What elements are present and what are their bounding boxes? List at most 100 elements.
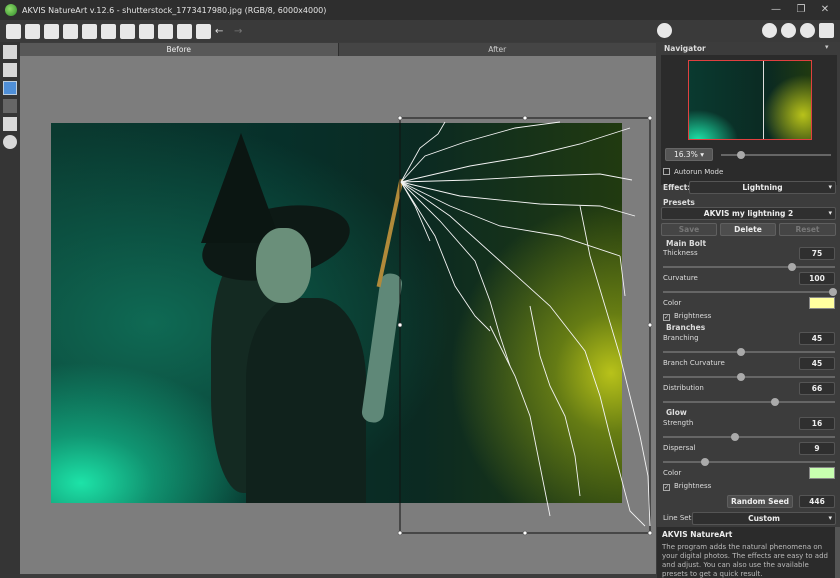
effect-label: Effect: bbox=[663, 183, 691, 192]
batch-icon[interactable] bbox=[101, 23, 116, 39]
share-icon[interactable] bbox=[120, 23, 135, 39]
thickness-slider[interactable] bbox=[663, 263, 835, 271]
glow-color-label: Color bbox=[663, 469, 682, 477]
strength-slider[interactable] bbox=[663, 433, 835, 441]
main-color-swatch[interactable] bbox=[809, 297, 835, 309]
help-scrollbar[interactable] bbox=[835, 527, 840, 578]
save-preset-button[interactable]: Save bbox=[661, 223, 717, 236]
window-title: AKVIS NatureArt v.12.6 - shutterstock_17… bbox=[22, 5, 327, 15]
history-brush-icon[interactable] bbox=[3, 99, 17, 113]
branch-curvature-slider-knob[interactable] bbox=[737, 373, 745, 381]
curvature-label: Curvature bbox=[663, 274, 698, 282]
presets-icon[interactable] bbox=[196, 23, 211, 39]
glow-color-swatch[interactable] bbox=[809, 467, 835, 479]
tab-after[interactable]: After bbox=[338, 43, 656, 56]
main-brightness-row[interactable]: ✓ Brightness bbox=[663, 312, 711, 321]
settings-gear-icon[interactable] bbox=[800, 23, 815, 38]
redo-icon[interactable]: → bbox=[234, 24, 249, 39]
glow-heading: Glow bbox=[666, 408, 687, 417]
distribution-value[interactable]: 66 bbox=[799, 382, 835, 395]
undo-icon[interactable]: ← bbox=[215, 24, 230, 39]
transform-frame[interactable] bbox=[399, 117, 651, 534]
help-panel: AKVIS NatureArt The program adds the nat… bbox=[657, 527, 837, 578]
settings-panel: Navigator ▾ 16.3% ▾ Autorun Mode Effect:… bbox=[657, 42, 840, 578]
info-icon[interactable] bbox=[762, 23, 777, 38]
navigator-preview[interactable]: 16.3% ▾ bbox=[661, 55, 837, 185]
notifications-icon[interactable] bbox=[819, 23, 834, 38]
distribution-slider-knob[interactable] bbox=[771, 398, 779, 406]
dispersal-slider-knob[interactable] bbox=[701, 458, 709, 466]
line-set-label: Line Set bbox=[663, 514, 692, 522]
hand-icon[interactable] bbox=[3, 117, 17, 131]
branching-label: Branching bbox=[663, 334, 699, 342]
main-color-label: Color bbox=[663, 299, 682, 307]
effect-select[interactable]: Lightning ▾ bbox=[689, 181, 836, 194]
distribution-slider[interactable] bbox=[663, 398, 835, 406]
help-icon[interactable] bbox=[781, 23, 796, 38]
strength-label: Strength bbox=[663, 419, 694, 427]
presets-label: Presets bbox=[663, 198, 695, 207]
open-file-icon[interactable] bbox=[25, 23, 40, 39]
close-button[interactable]: ✕ bbox=[819, 4, 831, 16]
transform-handles[interactable] bbox=[397, 115, 653, 536]
branch-curvature-value[interactable]: 45 bbox=[799, 357, 835, 370]
navigator-thumbnail[interactable] bbox=[688, 60, 812, 140]
view-tabs: Before After bbox=[20, 43, 656, 56]
distribution-label: Distribution bbox=[663, 384, 704, 392]
glow-brightness-row[interactable]: ✓ Brightness bbox=[663, 482, 711, 491]
thickness-value[interactable]: 75 bbox=[799, 247, 835, 260]
curvature-slider[interactable] bbox=[663, 288, 837, 296]
branching-value[interactable]: 45 bbox=[799, 332, 835, 345]
thickness-label: Thickness bbox=[663, 249, 698, 257]
autorun-checkbox[interactable] bbox=[663, 168, 670, 175]
line-set-select[interactable]: Custom ▾ bbox=[692, 512, 836, 525]
delete-preset-button[interactable]: Delete bbox=[720, 223, 776, 236]
help-text: The program adds the natural phenomena o… bbox=[662, 543, 828, 578]
dispersal-value[interactable]: 9 bbox=[799, 442, 835, 455]
branching-slider-knob[interactable] bbox=[737, 348, 745, 356]
save-icon[interactable] bbox=[63, 23, 78, 39]
transform-icon[interactable] bbox=[3, 81, 17, 95]
home-icon[interactable] bbox=[6, 23, 21, 39]
autorun-row[interactable]: Autorun Mode bbox=[663, 168, 723, 176]
branching-slider[interactable] bbox=[663, 348, 835, 356]
reset-preset-button[interactable]: Reset bbox=[779, 223, 836, 236]
app-logo-icon bbox=[5, 4, 17, 16]
zoom-icon[interactable] bbox=[3, 135, 17, 149]
main-bolt-heading: Main Bolt bbox=[666, 239, 707, 248]
dispersal-slider[interactable] bbox=[663, 458, 835, 466]
image-canvas[interactable] bbox=[20, 56, 656, 574]
edit-icon[interactable] bbox=[177, 23, 192, 39]
minimize-button[interactable]: — bbox=[770, 4, 782, 16]
tab-before[interactable]: Before bbox=[20, 43, 339, 56]
zoom-slider[interactable] bbox=[721, 151, 831, 159]
run-icon[interactable] bbox=[657, 23, 672, 38]
plugin-icon[interactable] bbox=[139, 23, 154, 39]
presets-select[interactable]: AKVIS my lightning 2 ▾ bbox=[661, 207, 836, 220]
zoom-select[interactable]: 16.3% ▾ bbox=[665, 148, 713, 161]
strength-slider-knob[interactable] bbox=[731, 433, 739, 441]
maximize-button[interactable]: ❐ bbox=[795, 4, 807, 16]
lightning-paths bbox=[400, 121, 651, 527]
branches-heading: Branches bbox=[666, 323, 706, 332]
strength-value[interactable]: 16 bbox=[799, 417, 835, 430]
random-seed-value[interactable]: 446 bbox=[799, 495, 835, 508]
eraser-icon[interactable] bbox=[3, 63, 17, 77]
main-brightness-checkbox[interactable]: ✓ bbox=[663, 314, 670, 321]
navigator-collapse-icon[interactable]: ▾ bbox=[825, 43, 829, 51]
title-bar: AKVIS NatureArt v.12.6 - shutterstock_17… bbox=[0, 0, 840, 20]
print-icon[interactable] bbox=[82, 23, 97, 39]
zoom-slider-knob[interactable] bbox=[737, 151, 745, 159]
navigator-view-frame[interactable] bbox=[688, 60, 812, 140]
branch-curvature-slider[interactable] bbox=[663, 373, 835, 381]
branch-curvature-label: Branch Curvature bbox=[663, 359, 725, 367]
curvature-slider-knob[interactable] bbox=[829, 288, 837, 296]
brush-settings-icon[interactable] bbox=[158, 23, 173, 39]
glow-brightness-checkbox[interactable]: ✓ bbox=[663, 484, 670, 491]
random-seed-button[interactable]: Random Seed bbox=[727, 495, 793, 508]
lightning-guides[interactable] bbox=[20, 56, 656, 574]
thickness-slider-knob[interactable] bbox=[788, 263, 796, 271]
guide-brush-icon[interactable] bbox=[3, 45, 17, 59]
new-file-icon[interactable] bbox=[44, 23, 59, 39]
curvature-value[interactable]: 100 bbox=[799, 272, 835, 285]
